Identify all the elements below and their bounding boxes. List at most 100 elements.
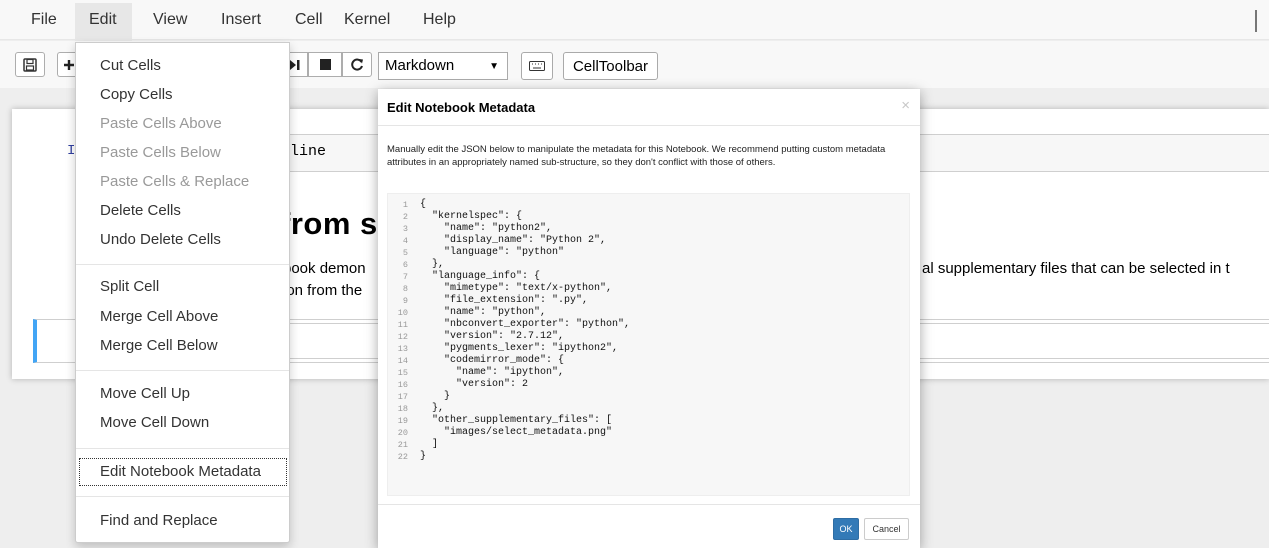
line-number: 21 <box>397 440 408 450</box>
line-number: 11 <box>397 320 408 330</box>
line-number: 3 <box>402 224 408 234</box>
json-line: } <box>420 391 451 402</box>
plus-icon <box>63 59 74 70</box>
menu-item-paste-below[interactable]: Paste Cells Below <box>100 143 221 163</box>
menu-divider <box>76 370 289 371</box>
cell-type-select[interactable]: Markdown ▼ <box>378 52 508 80</box>
menu-item-edit-metadata[interactable]: Edit Notebook Metadata <box>100 462 261 482</box>
line-number: 17 <box>397 392 408 402</box>
edit-metadata-dialog: Edit Notebook Metadata × Manually edit t… <box>378 89 920 548</box>
json-line: "pygments_lexer": "ipython2", <box>420 343 619 354</box>
menu-item-move-down[interactable]: Move Cell Down <box>100 413 209 433</box>
line-number: 20 <box>397 428 408 438</box>
menu-item-copy-cells[interactable]: Copy Cells <box>100 85 173 105</box>
restart-icon <box>350 58 363 71</box>
menu-item-move-up[interactable]: Move Cell Up <box>100 384 190 404</box>
menu-insert[interactable]: Insert <box>221 9 261 31</box>
interrupt-kernel-button[interactable] <box>308 52 342 77</box>
dialog-footer: OK Cancel <box>378 504 920 548</box>
menu-item-split-cell[interactable]: Split Cell <box>100 277 159 297</box>
line-number: 19 <box>397 416 408 426</box>
edit-dropdown-menu: Cut Cells Copy Cells Paste Cells Above P… <box>75 42 290 543</box>
menu-item-cut-cells[interactable]: Cut Cells <box>100 56 161 76</box>
menu-item-find-replace[interactable]: Find and Replace <box>100 511 218 531</box>
menu-kernel[interactable]: Kernel <box>344 9 390 31</box>
line-number: 9 <box>402 296 408 306</box>
line-number: 1 <box>402 200 408 210</box>
menu-help[interactable]: Help <box>423 9 456 31</box>
markdown-heading: from s <box>280 206 378 241</box>
menu-cell[interactable]: Cell <box>295 9 323 31</box>
json-line: "file_extension": ".py", <box>420 295 589 306</box>
dialog-description: Manually edit the JSON below to manipula… <box>387 144 886 168</box>
menu-view[interactable]: View <box>153 9 187 31</box>
json-line: "version": "2.7.12", <box>420 331 565 342</box>
menu-item-paste-replace[interactable]: Paste Cells & Replace <box>100 172 249 192</box>
line-number: 18 <box>397 404 408 414</box>
json-line: }, <box>420 403 445 414</box>
save-button[interactable] <box>15 52 45 77</box>
line-number-gutter: 1 2 3 4 5 6 7 8 9 10 11 12 13 14 15 16 17 18 19 20 21 22 <box>388 194 414 495</box>
json-line: "name": "python", <box>420 307 547 318</box>
restart-kernel-button[interactable] <box>342 52 372 77</box>
command-palette-button[interactable] <box>521 52 553 80</box>
json-line: "version": 2 <box>420 379 529 390</box>
line-number: 22 <box>397 452 408 462</box>
markdown-paragraph-line-2: ion from the <box>283 282 363 299</box>
chevron-down-icon: ▼ <box>489 61 499 72</box>
json-line: "other_supplementary_files": [ <box>420 415 613 426</box>
menu-item-paste-above[interactable]: Paste Cells Above <box>100 114 222 134</box>
dialog-title: Edit Notebook Metadata <box>387 100 536 115</box>
ok-button[interactable]: OK <box>833 518 859 540</box>
json-line: "mimetype": "text/x-python", <box>420 283 613 294</box>
cell-type-value: Markdown <box>385 57 455 74</box>
markdown-paragraph-line-1: book demon <box>283 260 366 277</box>
menubar: File Edit View Insert Cell Kernel Help <box>0 0 1269 43</box>
kernel-indicator <box>1255 10 1257 32</box>
menu-item-merge-below[interactable]: Merge Cell Below <box>100 336 218 356</box>
save-icon <box>23 57 37 72</box>
json-line: "language_info": { <box>420 271 541 282</box>
json-line: "name": "ipython", <box>420 367 565 378</box>
code-text: line <box>290 143 327 160</box>
menu-divider <box>76 496 289 497</box>
json-line: }, <box>420 259 445 270</box>
menu-file[interactable]: File <box>31 9 57 31</box>
menu-divider <box>76 264 289 265</box>
json-line: { <box>420 199 427 210</box>
menu-divider <box>76 448 289 449</box>
celltoolbar-button[interactable]: CellToolbar <box>563 52 658 80</box>
line-number: 16 <box>397 380 408 390</box>
step-icon <box>290 59 300 70</box>
dialog-header: Edit Notebook Metadata × <box>378 89 920 126</box>
json-line: ] <box>420 439 439 450</box>
json-line: } <box>420 451 427 462</box>
json-line: "codemirror_mode": { <box>420 355 565 366</box>
json-line: "images/select_metadata.png" <box>420 427 613 438</box>
close-icon[interactable]: × <box>901 97 910 114</box>
json-line: "nbconvert_exporter": "python", <box>420 319 631 330</box>
json-line: "name": "python2", <box>420 223 553 234</box>
cancel-button[interactable]: Cancel <box>864 518 909 540</box>
markdown-paragraph-right: al supplementary files that can be selec… <box>922 260 1230 277</box>
menu-item-delete-cells[interactable]: Delete Cells <box>100 201 181 221</box>
json-line: "display_name": "Python 2", <box>420 235 607 246</box>
line-number: 2 <box>402 212 408 222</box>
line-number: 6 <box>402 260 408 270</box>
menu-item-undo-delete[interactable]: Undo Delete Cells <box>100 230 221 250</box>
line-number: 14 <box>397 356 408 366</box>
line-number: 5 <box>402 248 408 258</box>
line-number: 15 <box>397 368 408 378</box>
line-number: 12 <box>397 332 408 342</box>
line-number: 13 <box>397 344 408 354</box>
menu-edit[interactable]: Edit <box>89 9 117 31</box>
json-line: "kernelspec": { <box>420 211 523 222</box>
json-editor[interactable]: 1 2 3 4 5 6 7 8 9 10 11 12 13 14 15 16 17 18 19 20 21 22 { "k… <box>387 193 910 496</box>
line-number: 10 <box>397 308 408 318</box>
keyboard-icon <box>529 61 545 71</box>
line-number: 4 <box>402 236 408 246</box>
json-line: "language": "python" <box>420 247 565 258</box>
line-number: 8 <box>402 284 408 294</box>
stop-icon <box>319 59 331 70</box>
menu-item-merge-above[interactable]: Merge Cell Above <box>100 307 218 327</box>
